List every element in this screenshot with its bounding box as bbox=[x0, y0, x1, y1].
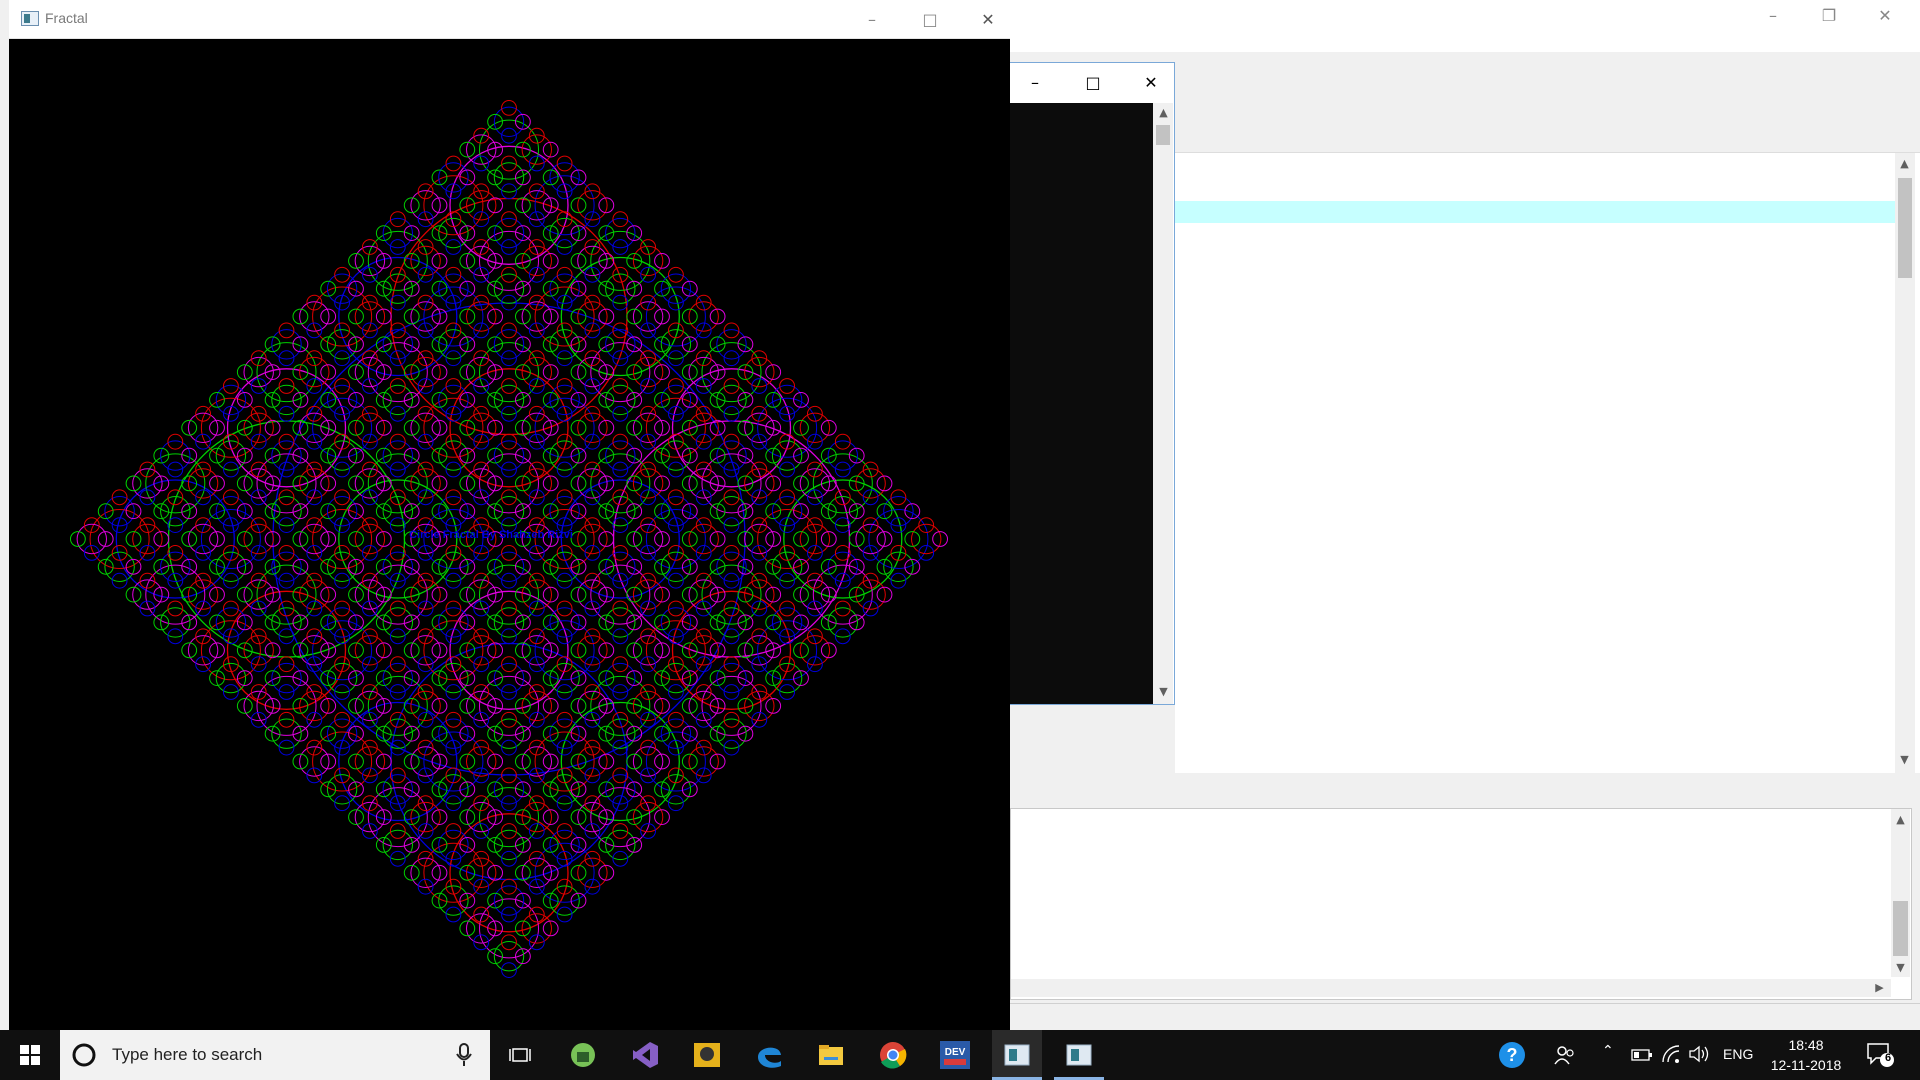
fractal-circle bbox=[783, 479, 903, 599]
scroll-up-icon[interactable]: ▲ bbox=[1892, 813, 1909, 826]
fractal-circle bbox=[390, 197, 628, 436]
window-title: Fractal bbox=[45, 10, 88, 26]
dev-cpp-icon[interactable]: DEV bbox=[930, 1030, 980, 1080]
close-button[interactable]: ✕ bbox=[965, 4, 1011, 34]
notification-badge: 6 bbox=[1884, 1052, 1892, 1064]
scroll-down-icon[interactable]: ▼ bbox=[1892, 961, 1909, 974]
maximize-button[interactable]: □ bbox=[907, 4, 953, 34]
clock[interactable]: 18:48 12-11-2018 bbox=[1770, 1035, 1842, 1075]
task-view-button[interactable] bbox=[495, 1030, 545, 1080]
scroll-down-icon[interactable]: ▼ bbox=[1155, 685, 1172, 698]
visual-studio-icon[interactable] bbox=[620, 1030, 670, 1080]
current-line-highlight bbox=[1175, 201, 1895, 223]
fractal-circle bbox=[167, 420, 406, 658]
restore-button[interactable]: ❐ bbox=[1806, 0, 1852, 30]
edge-icon[interactable] bbox=[744, 1030, 794, 1080]
console-app-icon[interactable] bbox=[1054, 1030, 1104, 1080]
android-studio-icon[interactable] bbox=[558, 1030, 608, 1080]
cortana-icon bbox=[72, 1043, 96, 1067]
clock-time: 18:48 bbox=[1788, 1037, 1824, 1053]
close-button[interactable]: ✕ bbox=[1128, 67, 1174, 97]
minimize-button[interactable]: – bbox=[849, 4, 895, 34]
chrome-icon[interactable] bbox=[868, 1030, 918, 1080]
language-indicator[interactable]: ENG bbox=[1723, 1046, 1753, 1062]
fractal-canvas: Circle Fractal By Shahzeb Rizvi bbox=[9, 39, 1010, 1030]
search-placeholder[interactable]: Type here to search bbox=[112, 1045, 262, 1065]
start-button[interactable] bbox=[5, 1030, 55, 1080]
scroll-up-icon[interactable]: ▲ bbox=[1155, 106, 1172, 119]
help-icon[interactable]: ? bbox=[1498, 1041, 1526, 1074]
code-editor[interactable]: ▲ ▼ bbox=[1175, 152, 1920, 773]
file-explorer-icon[interactable] bbox=[806, 1030, 856, 1080]
action-center-button[interactable]: 6 bbox=[1866, 1042, 1896, 1073]
output-scrollbar[interactable]: ▲ ▼ bbox=[1891, 809, 1910, 977]
console-scrollbar[interactable]: ▲ ▼ bbox=[1153, 103, 1173, 704]
window-app-icon bbox=[21, 11, 39, 26]
windows-icon bbox=[20, 1045, 40, 1065]
maximize-button[interactable]: □ bbox=[1070, 67, 1116, 97]
search-box[interactable]: Type here to search bbox=[60, 1030, 490, 1080]
wifi-icon[interactable] bbox=[1661, 1044, 1683, 1069]
show-hidden-icons-icon[interactable]: ⌃ bbox=[1602, 1043, 1614, 1059]
fractal-circle bbox=[612, 420, 851, 658]
output-panel[interactable]: ▲ ▼ ▶ bbox=[1010, 808, 1912, 1000]
fractal-circle bbox=[560, 701, 680, 822]
clock-date: 12-11-2018 bbox=[1770, 1057, 1842, 1073]
svg-text:?: ? bbox=[1507, 1045, 1518, 1065]
fractal-titlebar[interactable]: Fractal – □ ✕ bbox=[9, 0, 1010, 39]
fractal-circle bbox=[449, 368, 569, 488]
scroll-down-icon[interactable]: ▼ bbox=[1896, 753, 1913, 766]
console-window: – □ ✕ ▲ ▼ bbox=[1010, 62, 1175, 705]
minimize-button[interactable]: – bbox=[1012, 67, 1058, 97]
battery-icon[interactable] bbox=[1631, 1048, 1653, 1067]
minimize-button[interactable]: – bbox=[1750, 0, 1796, 30]
scrollbar-thumb[interactable] bbox=[1156, 125, 1170, 145]
fractal-circle bbox=[390, 642, 628, 881]
task-view-icon bbox=[509, 1048, 531, 1062]
ide-titlebar: – ❐ ✕ bbox=[1000, 0, 1920, 52]
horizontal-scrollbar[interactable]: ▶ bbox=[1011, 979, 1891, 997]
status-bar bbox=[1010, 1003, 1920, 1030]
fractal-circle bbox=[226, 590, 347, 710]
scroll-up-icon[interactable]: ▲ bbox=[1896, 157, 1913, 170]
fractal-circle bbox=[449, 813, 569, 933]
microphone-icon[interactable] bbox=[456, 1043, 472, 1067]
circle-fractal: Circle Fractal By Shahzeb Rizvi bbox=[70, 100, 948, 978]
scrollbar-thumb[interactable] bbox=[1893, 901, 1908, 956]
volume-icon[interactable] bbox=[1688, 1044, 1710, 1069]
scrollbar-thumb[interactable] bbox=[1898, 178, 1912, 278]
fractal-app-icon[interactable] bbox=[992, 1030, 1042, 1080]
app-icon[interactable] bbox=[682, 1030, 732, 1080]
fractal-window: Fractal – □ ✕ Circle Fractal By Shahzeb … bbox=[9, 0, 1010, 1030]
console-output[interactable] bbox=[1010, 103, 1153, 704]
scroll-right-icon[interactable]: ▶ bbox=[1871, 981, 1888, 994]
fractal-caption: Circle Fractal By Shahzeb Rizvi bbox=[409, 529, 573, 541]
svg-text:DEV: DEV bbox=[945, 1047, 966, 1058]
close-button[interactable]: ✕ bbox=[1862, 0, 1908, 30]
taskbar: Type here to search DEV ? ⌃ ENG 18:48 12… bbox=[0, 1030, 1920, 1080]
editor-scrollbar[interactable]: ▲ ▼ bbox=[1895, 153, 1915, 773]
people-icon[interactable] bbox=[1554, 1044, 1576, 1071]
fractal-circle bbox=[560, 256, 680, 377]
fractal-circle bbox=[671, 590, 792, 710]
